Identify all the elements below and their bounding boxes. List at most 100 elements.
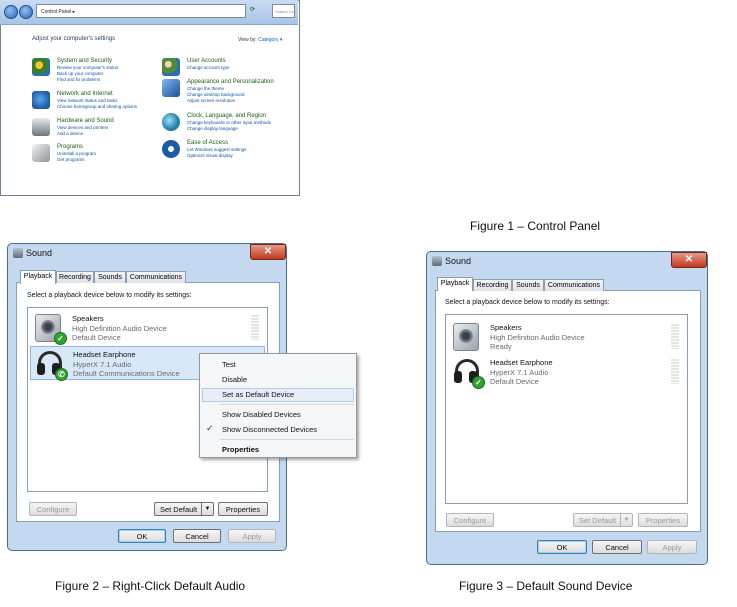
category-link[interactable]: Change display language	[187, 126, 238, 131]
category-link[interactable]: Optimize visual display	[187, 153, 233, 158]
category-link[interactable]: Back up your computer	[57, 71, 103, 76]
tab-communications[interactable]: Communications	[126, 271, 186, 283]
cancel-button[interactable]: Cancel	[173, 529, 221, 543]
menu-item-test[interactable]: Test	[222, 360, 236, 369]
apply-button[interactable]: Apply	[647, 540, 697, 554]
address-bar-area: Control Panel ▸ ⟳ Search Contro...	[0, 0, 298, 25]
tab-recording[interactable]: Recording	[473, 279, 512, 291]
device-list[interactable]: Speakers High Definition Audio Device Re…	[445, 314, 688, 504]
configure-button[interactable]: Configure	[446, 513, 494, 527]
category-title[interactable]: Programs	[57, 144, 83, 150]
tab-playback[interactable]: Playback	[20, 270, 56, 284]
programs-icon	[32, 144, 50, 162]
category-title[interactable]: Ease of Access	[187, 140, 228, 146]
instruction-text: Select a playback device below to modify…	[445, 299, 610, 306]
context-menu: Test Disable Set as Default Device Show …	[199, 353, 357, 458]
category-link[interactable]: Choose homegroup and sharing options	[57, 104, 137, 109]
refresh-icon[interactable]: ⟳	[250, 6, 255, 13]
close-button[interactable]: ✕	[671, 252, 707, 268]
level-meter	[671, 324, 679, 349]
view-by[interactable]: View by: Category ▾	[238, 37, 282, 43]
back-icon[interactable]	[4, 5, 18, 19]
level-meter	[251, 315, 259, 340]
sound-icon	[432, 256, 442, 266]
view-by-value[interactable]: Category ▾	[258, 37, 282, 43]
tab-recording[interactable]: Recording	[56, 271, 94, 283]
tab-communications[interactable]: Communications	[544, 279, 604, 291]
speaker-icon	[453, 323, 479, 351]
address-field[interactable]: Control Panel ▸	[36, 4, 246, 18]
sound-dialog-fig3: Sound ✕ Playback Recording Sounds Commun…	[426, 251, 708, 565]
control-panel-screenshot: Control Panel ▸ ⟳ Search Contro... Adjus…	[0, 0, 300, 196]
configure-button[interactable]: Configure	[29, 502, 77, 516]
cancel-button[interactable]: Cancel	[592, 540, 642, 554]
properties-button[interactable]: Properties	[638, 513, 688, 527]
search-input[interactable]: Search Contro...	[272, 4, 295, 18]
category-programs[interactable]: Programs Uninstall a program Get program…	[32, 144, 162, 166]
appearance-icon	[162, 79, 180, 97]
shield-icon	[32, 58, 50, 76]
menu-item-properties[interactable]: Properties	[222, 445, 259, 454]
category-link[interactable]: Change the theme	[187, 86, 224, 91]
category-link[interactable]: Review your computer's status	[57, 65, 118, 70]
menu-item-disable[interactable]: Disable	[222, 375, 247, 384]
device-driver: High Definition Audio Device	[490, 333, 585, 342]
tab-playback[interactable]: Playback	[437, 277, 473, 291]
ok-button[interactable]: OK	[537, 540, 587, 554]
device-status: Default Device	[72, 333, 121, 342]
tab-sounds[interactable]: Sounds	[512, 279, 544, 291]
category-system-security[interactable]: System and Security Review your computer…	[32, 58, 162, 84]
category-link[interactable]: View devices and printers	[57, 125, 108, 130]
category-title[interactable]: User Accounts	[187, 58, 226, 64]
device-status: Default Communications Device	[73, 369, 180, 378]
device-headset[interactable]: ✓ Headset Earphone HyperX 7.1 Audio Defa…	[448, 355, 685, 389]
dropdown-arrow-icon[interactable]: ▼	[201, 503, 213, 515]
set-default-button[interactable]: Set Default ▼	[154, 502, 214, 516]
checkmark-icon: ✓	[206, 423, 214, 433]
category-hardware-sound[interactable]: Hardware and Sound View devices and prin…	[32, 118, 162, 140]
category-network-internet[interactable]: Network and Internet View network status…	[32, 91, 162, 113]
category-title[interactable]: Hardware and Sound	[57, 118, 114, 124]
check-badge-icon: ✓	[472, 376, 485, 389]
printer-icon	[32, 118, 50, 136]
category-link[interactable]: Change keyboards or other input methods	[187, 120, 271, 125]
instruction-text: Select a playback device below to modify…	[27, 292, 192, 299]
category-ease-of-access[interactable]: Ease of Access Let Windows suggest setti…	[162, 140, 292, 162]
category-title[interactable]: Clock, Language, and Region	[187, 113, 266, 119]
category-link[interactable]: Let Windows suggest settings	[187, 147, 247, 152]
window-title: Sound	[445, 256, 472, 266]
ok-button[interactable]: OK	[118, 529, 166, 543]
apply-button[interactable]: Apply	[228, 529, 276, 543]
category-link[interactable]: Find and fix problems	[57, 77, 100, 82]
category-title[interactable]: System and Security	[57, 58, 112, 64]
category-link[interactable]: View network status and tasks	[57, 98, 117, 103]
category-link[interactable]: Change desktop background	[187, 92, 245, 97]
category-link[interactable]: Adjust screen resolution	[187, 98, 235, 103]
menu-item-show-disabled[interactable]: Show Disabled Devices	[222, 410, 301, 419]
tab-sounds[interactable]: Sounds	[94, 271, 126, 283]
set-default-button[interactable]: Set Default ▼	[573, 513, 633, 527]
category-link[interactable]: Uninstall a program	[57, 151, 96, 156]
category-link[interactable]: Get programs	[57, 157, 85, 162]
category-link[interactable]: Add a device	[57, 131, 83, 136]
category-clock-language[interactable]: Clock, Language, and Region Change keybo…	[162, 113, 292, 135]
category-user-accounts[interactable]: User Accounts Change account type	[162, 58, 292, 78]
set-default-label: Set Default	[159, 505, 198, 514]
menu-item-set-default[interactable]: Set as Default Device	[222, 390, 294, 399]
page-heading: Adjust your computer's settings	[32, 36, 116, 42]
forward-icon[interactable]	[19, 5, 33, 19]
device-status: Ready	[490, 342, 512, 351]
close-button[interactable]: ✕	[250, 244, 286, 260]
device-name: Speakers	[72, 314, 104, 323]
ease-icon	[162, 140, 180, 158]
device-speakers[interactable]: ✓ Speakers High Definition Audio Device …	[30, 311, 265, 345]
device-speakers[interactable]: Speakers High Definition Audio Device Re…	[448, 320, 685, 354]
category-title[interactable]: Appearance and Personalization	[187, 79, 274, 85]
dropdown-arrow-icon[interactable]: ▼	[620, 514, 632, 526]
menu-item-show-disconnected[interactable]: Show Disconnected Devices	[222, 425, 317, 434]
category-appearance[interactable]: Appearance and Personalization Change th…	[162, 79, 292, 105]
figure1-caption: Figure 1 – Control Panel	[470, 219, 601, 233]
category-title[interactable]: Network and Internet	[57, 91, 113, 97]
category-link[interactable]: Change account type	[187, 65, 230, 70]
properties-button[interactable]: Properties	[218, 502, 268, 516]
